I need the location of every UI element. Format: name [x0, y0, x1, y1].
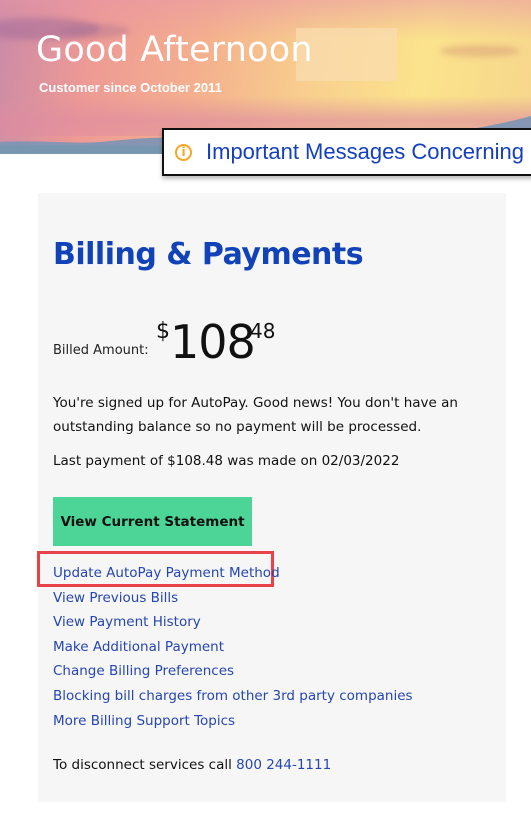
disconnect-text: To disconnect services call	[53, 757, 237, 773]
view-current-statement-button[interactable]: View Current Statement	[53, 497, 252, 546]
make-additional-payment-link[interactable]: Make Additional Payment	[53, 638, 413, 663]
autopay-message: You're signed up for AutoPay. Good news!…	[53, 395, 458, 435]
view-payment-history-link[interactable]: View Payment History	[53, 613, 413, 638]
disconnect-phone-link[interactable]: 800 244-1111	[236, 757, 331, 773]
info-icon: i	[175, 143, 192, 161]
greeting-title: Good Afternoon	[36, 30, 313, 70]
view-previous-bills-link[interactable]: View Previous Bills	[53, 589, 413, 614]
customer-since: Customer since October 2011	[39, 80, 222, 95]
important-messages-text[interactable]: Important Messages Concerning	[206, 139, 524, 165]
billed-amount-label: Billed Amount:	[53, 343, 149, 358]
billing-card: Billing & Payments Billed Amount: $ 108 …	[37, 193, 506, 802]
currency-symbol: $	[156, 319, 170, 344]
important-messages-bar[interactable]: i Important Messages Concerning	[162, 128, 531, 176]
blocking-bill-charges-link[interactable]: Blocking bill charges from other 3rd par…	[53, 687, 413, 712]
billing-title: Billing & Payments	[53, 237, 364, 272]
more-billing-support-link[interactable]: More Billing Support Topics	[53, 712, 413, 737]
update-autopay-link[interactable]: Update AutoPay Payment Method	[53, 564, 413, 589]
last-payment-text: Last payment of $108.48 was made on 02/0…	[53, 453, 400, 469]
change-billing-preferences-link[interactable]: Change Billing Preferences	[53, 662, 413, 687]
amount-dollars: 108	[170, 315, 256, 369]
amount-cents: 48	[250, 319, 276, 343]
disconnect-info: To disconnect services call 800 244-1111	[53, 757, 331, 773]
billing-links: Update AutoPay Payment Method View Previ…	[53, 564, 413, 736]
cloud-decoration	[440, 45, 520, 57]
